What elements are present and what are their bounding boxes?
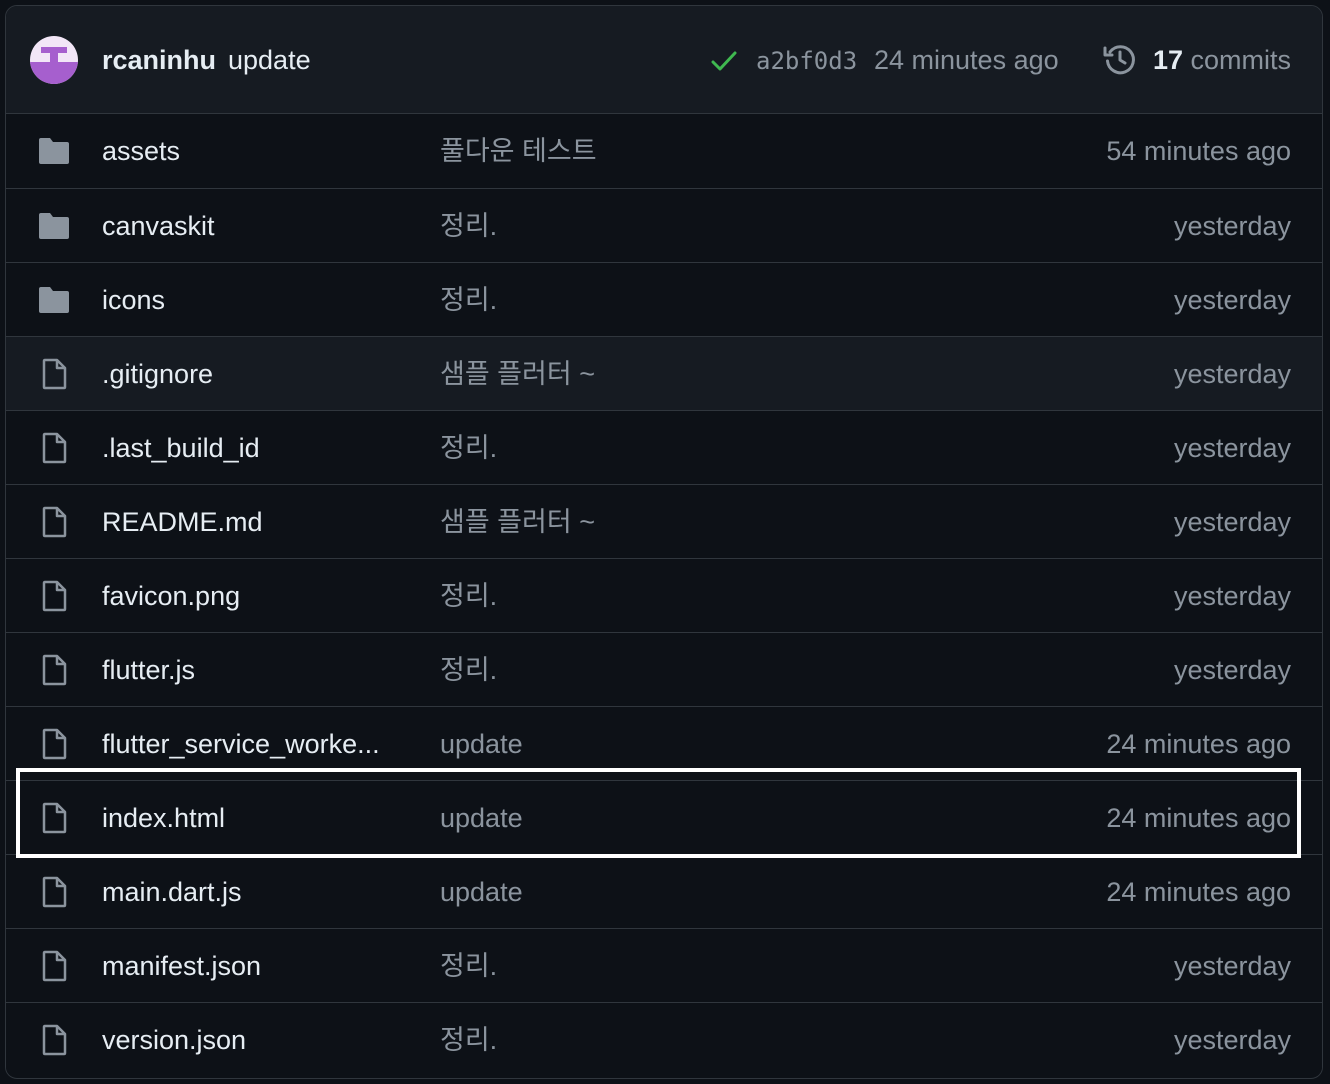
file-commit-message[interactable]: update — [440, 875, 523, 909]
history-icon[interactable] — [1103, 42, 1137, 76]
file-row[interactable]: favicon.png 정리. yesterday — [6, 558, 1322, 632]
file-row[interactable]: flutter.js 정리. yesterday — [6, 632, 1322, 706]
file-commit-age: yesterday — [1173, 359, 1291, 389]
commit-sha[interactable]: a2bf0d3 — [756, 46, 857, 76]
commit-count: 17 — [1152, 45, 1183, 75]
file-name-link[interactable]: favicon.png — [102, 579, 240, 613]
file-commit-age: yesterday — [1173, 211, 1291, 241]
file-icon — [37, 358, 71, 390]
commit-author[interactable]: rcaninhu — [102, 44, 216, 76]
file-commit-age: 24 minutes ago — [1106, 729, 1291, 759]
file-commit-age: yesterday — [1173, 285, 1291, 315]
avatar[interactable] — [30, 36, 78, 84]
file-name-link[interactable]: .gitignore — [102, 357, 213, 391]
check-icon[interactable] — [711, 50, 737, 72]
file-icon — [37, 876, 71, 908]
file-commit-age: yesterday — [1173, 507, 1291, 537]
file-name-link[interactable]: flutter_service_worke... — [102, 727, 380, 761]
file-row[interactable]: manifest.json 정리. yesterday — [6, 928, 1322, 1002]
file-name-link[interactable]: manifest.json — [102, 949, 261, 983]
file-name-link[interactable]: README.md — [102, 505, 263, 539]
commits-label: commits — [1190, 45, 1292, 75]
file-icon — [37, 506, 71, 538]
file-row[interactable]: canvaskit 정리. yesterday — [6, 188, 1322, 262]
file-row[interactable]: .last_build_id 정리. yesterday — [6, 410, 1322, 484]
file-commit-message[interactable]: 풀다운 테스트 — [440, 134, 597, 168]
file-row[interactable]: README.md 샘플 플러터 ~ yesterday — [6, 484, 1322, 558]
file-commit-message[interactable]: update — [440, 727, 523, 761]
file-commit-message[interactable]: 정리. — [440, 653, 497, 687]
file-name-link[interactable]: version.json — [102, 1023, 246, 1057]
file-commit-message[interactable]: 정리. — [440, 579, 497, 613]
commit-message[interactable]: update — [228, 44, 311, 76]
file-commit-message[interactable]: 정리. — [440, 1023, 497, 1057]
file-name-link[interactable]: main.dart.js — [102, 875, 242, 909]
file-row[interactable]: main.dart.js update 24 minutes ago — [6, 854, 1322, 928]
file-commit-message[interactable]: 정리. — [440, 949, 497, 983]
file-browser: rcaninhu update a2bf0d3 24 minutes ago 1… — [5, 5, 1323, 1079]
file-name-link[interactable]: canvaskit — [102, 209, 215, 243]
folder-icon — [37, 210, 71, 242]
file-commit-age: yesterday — [1173, 433, 1291, 463]
file-commit-message[interactable]: update — [440, 801, 523, 835]
latest-commit-bar: rcaninhu update a2bf0d3 24 minutes ago 1… — [6, 6, 1322, 114]
file-row[interactable]: flutter_service_worke... update 24 minutes… — [6, 706, 1322, 780]
folder-icon — [37, 284, 71, 316]
file-icon — [37, 802, 71, 834]
folder-icon — [37, 135, 71, 167]
file-icon — [37, 728, 71, 760]
file-commit-age: yesterday — [1173, 581, 1291, 611]
file-name-link[interactable]: assets — [102, 134, 180, 168]
file-commit-age: yesterday — [1173, 655, 1291, 685]
file-commit-age: 54 minutes ago — [1106, 136, 1291, 166]
file-commit-message[interactable]: 샘플 플러터 ~ — [440, 357, 595, 391]
file-commit-age: 24 minutes ago — [1106, 803, 1291, 833]
file-icon — [37, 950, 71, 982]
file-name-link[interactable]: flutter.js — [102, 653, 195, 687]
file-row[interactable]: assets 풀다운 테스트 54 minutes ago — [6, 114, 1322, 188]
file-icon — [37, 580, 71, 612]
file-commit-age: yesterday — [1173, 1025, 1291, 1055]
file-icon — [37, 654, 71, 686]
file-commit-message[interactable]: 정리. — [440, 431, 497, 465]
file-icon — [37, 1024, 71, 1056]
file-commit-message[interactable]: 정리. — [440, 209, 497, 243]
file-name-link[interactable]: icons — [102, 283, 165, 317]
file-icon — [37, 432, 71, 464]
commits-link[interactable]: 17 commits — [1153, 44, 1291, 76]
file-commit-message[interactable]: 샘플 플러터 ~ — [440, 505, 595, 539]
file-name-link[interactable]: index.html — [102, 801, 225, 835]
file-row[interactable]: index.html update 24 minutes ago — [6, 780, 1322, 854]
file-commit-age: 24 minutes ago — [1106, 877, 1291, 907]
file-row[interactable]: .gitignore 샘플 플러터 ~ yesterday — [6, 336, 1322, 410]
file-row[interactable]: icons 정리. yesterday — [6, 262, 1322, 336]
commit-time: 24 minutes ago — [874, 45, 1059, 75]
file-name-link[interactable]: .last_build_id — [102, 431, 260, 465]
file-commit-age: yesterday — [1173, 951, 1291, 981]
file-commit-message[interactable]: 정리. — [440, 283, 497, 317]
file-row[interactable]: version.json 정리. yesterday — [6, 1002, 1322, 1076]
